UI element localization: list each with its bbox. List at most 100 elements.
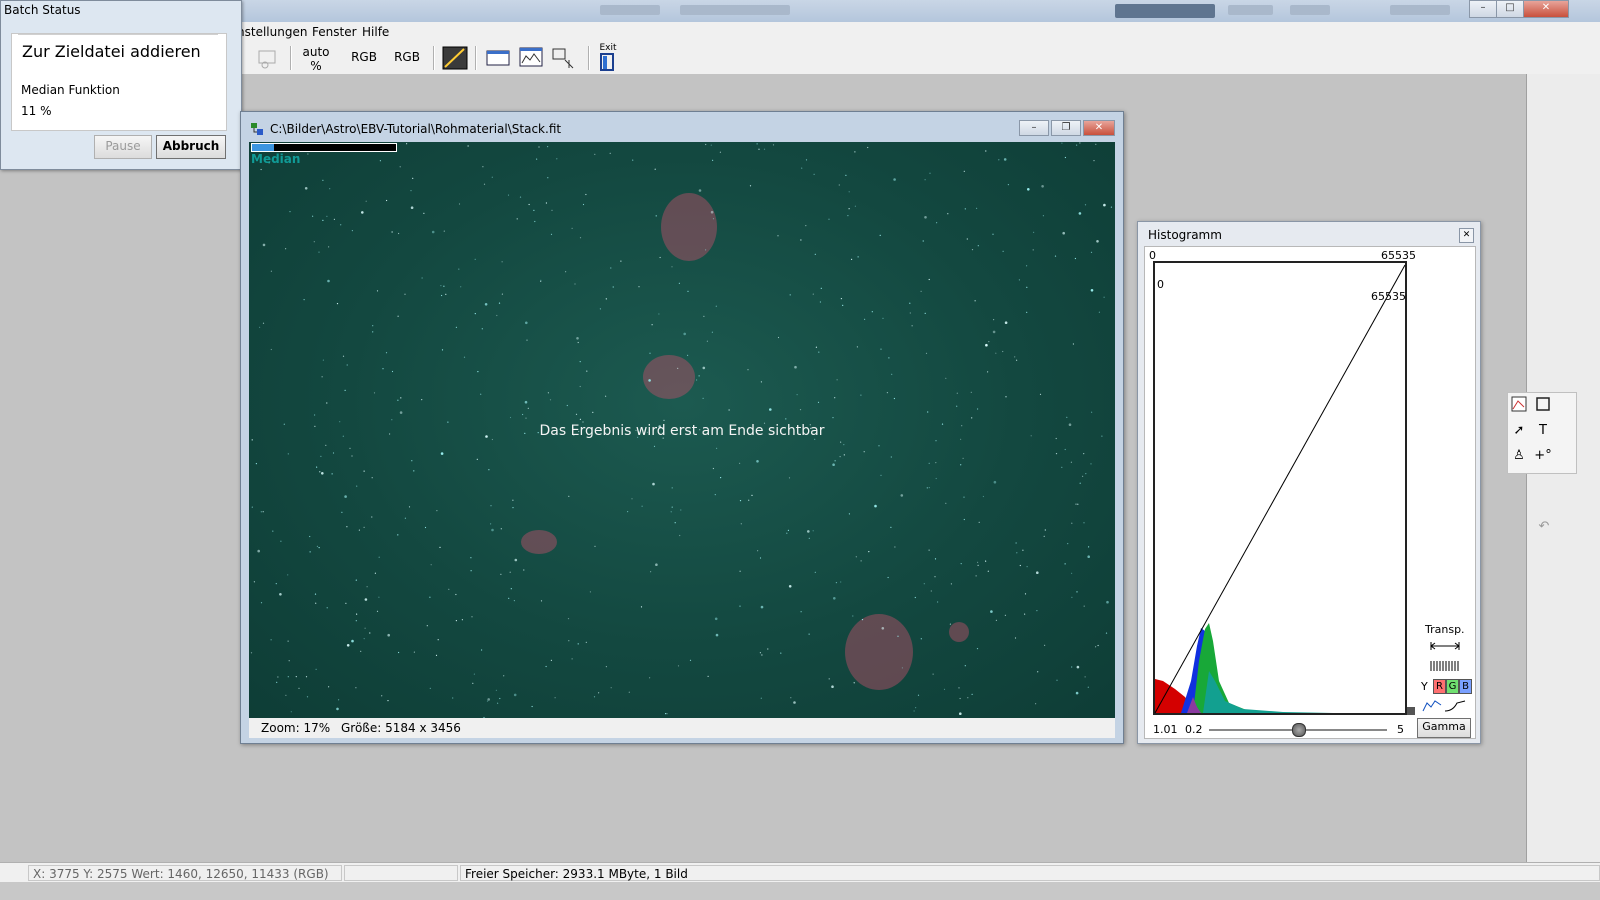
star	[1085, 473, 1087, 475]
star	[761, 654, 763, 656]
star	[757, 550, 759, 552]
histogram-close-icon[interactable]: ✕	[1459, 228, 1474, 243]
rgb-button-1[interactable]: RGB	[346, 50, 382, 64]
star	[443, 230, 445, 232]
menu-help[interactable]: Hilfe	[362, 25, 389, 39]
menu-window[interactable]: Fenster	[312, 25, 357, 39]
stamp-icon[interactable]: ♙	[1508, 445, 1530, 467]
gamma-button[interactable]: Gamma	[1417, 718, 1471, 738]
histogram-window-icon[interactable]	[518, 46, 544, 70]
star	[1016, 552, 1018, 554]
star	[445, 293, 447, 295]
star	[1078, 212, 1082, 215]
menu-settings[interactable]: nstellungen	[237, 25, 307, 39]
star	[421, 277, 423, 279]
star	[663, 419, 665, 421]
star	[448, 588, 450, 590]
close-button[interactable]: ✕	[1523, 0, 1569, 18]
channel-y[interactable]: Y	[1421, 680, 1428, 693]
star	[592, 411, 594, 413]
star	[847, 215, 849, 217]
channel-r[interactable]: R	[1433, 679, 1446, 694]
histogram-plot[interactable]	[1153, 261, 1415, 717]
marker-icon[interactable]: +°	[1532, 445, 1554, 467]
star	[648, 379, 651, 382]
star	[426, 625, 428, 627]
image-info-icon[interactable]	[551, 46, 577, 70]
channel-b[interactable]: B	[1459, 679, 1472, 694]
star	[605, 395, 607, 397]
star	[1076, 591, 1078, 593]
star	[631, 498, 633, 500]
exit-button[interactable]: Exit	[596, 43, 620, 74]
star	[1075, 691, 1079, 695]
star	[760, 605, 764, 609]
star	[585, 193, 587, 196]
star	[683, 332, 686, 336]
star	[620, 260, 622, 262]
star	[549, 399, 552, 401]
image-close-button[interactable]: ✕	[1083, 120, 1115, 136]
star	[404, 517, 406, 519]
gamma-slider-thumb[interactable]	[1292, 723, 1306, 737]
star	[659, 256, 661, 259]
transp-pattern-icon[interactable]	[1429, 659, 1463, 673]
star	[920, 638, 922, 640]
auto-percent-button[interactable]: auto %	[300, 45, 332, 73]
minimize-button[interactable]: –	[1469, 0, 1497, 18]
batch-dialog-content: Zur Zieldatei addieren Median Funktion 1…	[11, 33, 227, 131]
histogram-tool-icon[interactable]	[1508, 395, 1530, 417]
undo-icon[interactable]: ↶	[1533, 516, 1555, 538]
star	[828, 678, 830, 680]
image-canvas[interactable]: Median Das Ergebnis wird erst am Ende si…	[249, 142, 1115, 720]
pause-button[interactable]: Pause	[94, 135, 152, 159]
maximize-button[interactable]: □	[1496, 0, 1524, 18]
star	[474, 313, 476, 315]
star	[501, 261, 503, 263]
star	[995, 352, 997, 354]
star	[1098, 311, 1100, 313]
curve-mode-icons[interactable]	[1421, 697, 1467, 713]
star	[1054, 255, 1057, 257]
rgb-button-2[interactable]: RGB	[389, 50, 425, 64]
star	[679, 534, 681, 537]
star	[577, 341, 579, 344]
star	[1079, 142, 1081, 144]
star	[1076, 665, 1080, 669]
star	[772, 144, 775, 146]
star	[525, 321, 528, 325]
window-view-icon[interactable]	[485, 46, 511, 70]
star	[372, 331, 374, 333]
star	[277, 676, 279, 678]
star	[800, 611, 802, 613]
star	[909, 312, 911, 314]
star	[594, 545, 596, 547]
text-icon[interactable]: T	[1532, 420, 1554, 442]
transp-width-icon[interactable]	[1429, 639, 1463, 653]
star	[887, 576, 889, 579]
star	[314, 593, 317, 595]
image-minimize-button[interactable]: –	[1019, 120, 1049, 136]
star	[1083, 453, 1085, 455]
star	[255, 463, 257, 465]
star	[808, 633, 810, 635]
abort-button[interactable]: Abbruch	[156, 135, 226, 159]
channel-g[interactable]: G	[1446, 679, 1459, 694]
star	[270, 639, 272, 641]
curves-icon[interactable]	[442, 46, 468, 70]
star	[871, 311, 873, 313]
star	[814, 571, 816, 573]
image-restore-button[interactable]: ❐	[1051, 120, 1081, 136]
star	[716, 447, 718, 449]
star	[1088, 546, 1090, 548]
star	[306, 696, 309, 698]
pin-icon[interactable]: ➚	[1508, 420, 1530, 442]
star	[1014, 637, 1017, 639]
star	[1041, 185, 1044, 188]
star	[1090, 251, 1093, 253]
rectangle-select-icon[interactable]	[1532, 395, 1554, 417]
star	[759, 652, 761, 654]
star	[458, 268, 460, 270]
image-tool-icon[interactable]	[255, 47, 281, 71]
star	[640, 606, 643, 608]
